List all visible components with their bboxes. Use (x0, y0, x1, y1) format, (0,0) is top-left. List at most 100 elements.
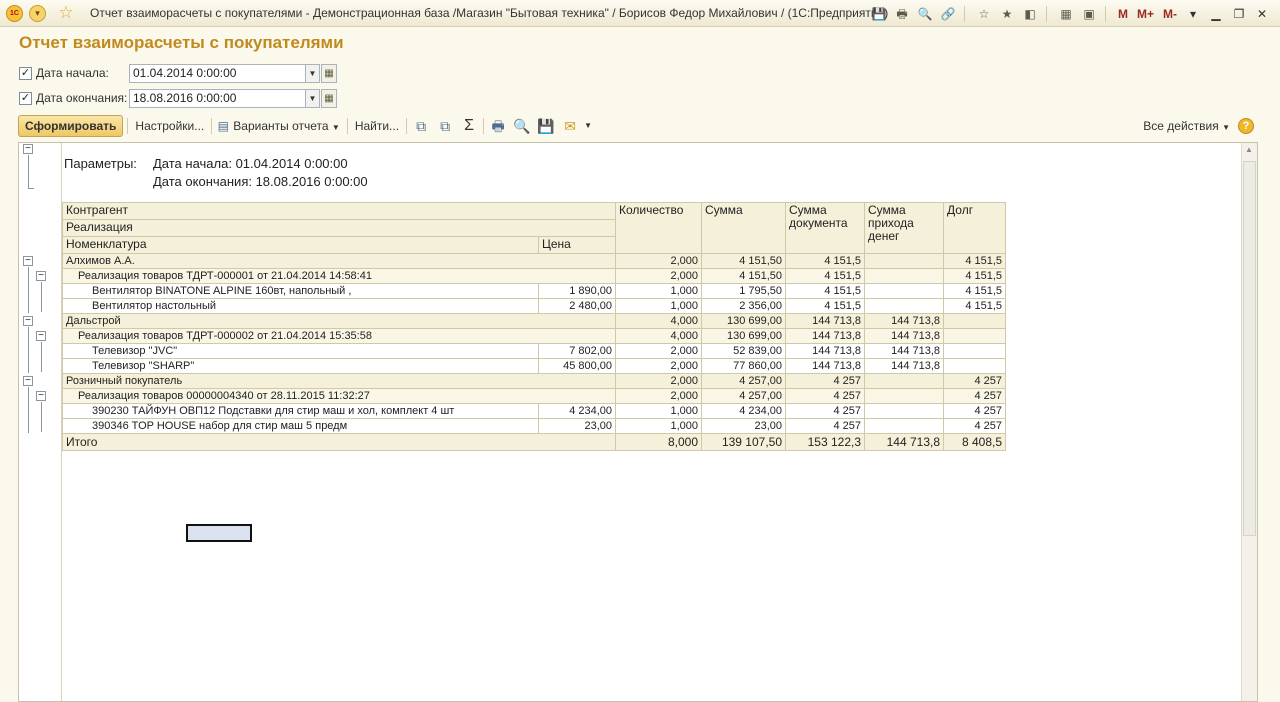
chevron-down-icon[interactable]: ▼ (583, 115, 593, 137)
titlebar-controls: 💾 🖶 🔍 🔗 ☆ ★ ◧ ▦ ▣ M M+ M- ▾ ▁ ❐ ✕ (866, 3, 1272, 24)
row-qty: 2,000 (615, 253, 703, 269)
row-doc-sum: 4 151,5 (785, 253, 866, 269)
row-doc-sum: 144 713,8 (785, 313, 866, 329)
row-debt: 4 257 (943, 403, 1007, 419)
main-menu-icon[interactable]: ▾ (29, 5, 46, 22)
total-row: Итого 8,000 139 107,50 153 122,3 144 713… (61, 433, 1007, 451)
row-debt: 4 151,5 (943, 283, 1007, 299)
row-cash-sum: 144 713,8 (864, 358, 945, 374)
settings-button[interactable]: Настройки... (130, 115, 209, 137)
table-row[interactable]: Телевизор "JVC" 7 802,00 2,000 52 839,00 144… (62, 343, 1007, 359)
generate-button[interactable]: Сформировать (18, 115, 124, 137)
row-debt: 4 257 (943, 388, 1007, 404)
header-sale: Реализация (61, 219, 617, 237)
collapse-group-icon[interactable]: − (36, 331, 46, 341)
start-date-dropdown-icon[interactable]: ▼ (306, 64, 320, 83)
start-date-label: Дата начала: (36, 66, 109, 80)
save-icon[interactable]: 💾 (869, 5, 889, 23)
memory-minus-button[interactable]: M- (1160, 5, 1180, 23)
preview-icon[interactable]: 🔍 (511, 115, 533, 137)
minimize-button[interactable]: ▁ (1206, 5, 1226, 23)
add-favorite-icon[interactable]: ☆ (974, 5, 994, 23)
favorites-list-icon[interactable]: ★ (997, 5, 1017, 23)
memory-plus-button[interactable]: M+ (1134, 5, 1157, 23)
expand-groups-icon[interactable]: ⧉ (410, 115, 432, 137)
collapse-group-icon[interactable]: − (23, 256, 33, 266)
row-qty: 4,000 (615, 328, 703, 344)
table-row[interactable]: Розничный покупатель 2,000 4 257,00 4 257 4 … (61, 373, 1007, 389)
mail-icon[interactable]: ✉ (559, 115, 581, 137)
row-debt (943, 313, 1007, 329)
chevron-down-icon[interactable]: ▾ (1183, 5, 1203, 23)
help-icon[interactable]: ? (1238, 118, 1254, 134)
all-actions-menu[interactable]: Все действия ▼ (1143, 119, 1238, 133)
print-icon[interactable]: 🖶 (892, 5, 912, 23)
end-date-checkbox[interactable]: ✓ (19, 91, 32, 105)
scroll-up-icon[interactable]: ▲ (1245, 145, 1253, 154)
row-qty: 2,000 (615, 343, 703, 359)
row-name: Телевизор "SHARP" (62, 358, 539, 374)
table-row[interactable]: 390230 ТАЙФУН ОВП12 Подставки для стир м… (62, 403, 1007, 419)
calculator-icon[interactable]: ▦ (1056, 5, 1076, 23)
row-price: 1 890,00 (537, 283, 617, 299)
row-sum: 4 257,00 (701, 373, 787, 389)
sum-icon[interactable]: Σ (458, 115, 480, 137)
total-doc-sum: 153 122,3 (785, 433, 866, 451)
param-start-date: ✓ Дата начала: (19, 63, 109, 83)
start-date-checkbox[interactable]: ✓ (19, 66, 32, 80)
collapse-groups-icon[interactable]: ⧉ (434, 115, 456, 137)
row-name: Телевизор "JVC" (62, 343, 539, 359)
favorites-star-icon[interactable]: ☆ (56, 3, 76, 23)
row-sum: 23,00 (701, 418, 787, 434)
row-qty: 1,000 (615, 298, 703, 314)
memory-button[interactable]: M (1115, 5, 1131, 23)
collapse-params-icon[interactable]: − (23, 144, 33, 154)
vertical-scrollbar[interactable]: ▲ (1241, 143, 1257, 701)
collapse-group-icon[interactable]: − (36, 271, 46, 281)
preview-icon[interactable]: 🔍 (915, 5, 935, 23)
report-variants-button[interactable]: Варианты отчета ▼ (232, 115, 345, 137)
app-logo-icon[interactable]: 1С (6, 5, 23, 22)
end-date-dropdown-icon[interactable]: ▼ (306, 89, 320, 108)
row-debt: 4 151,5 (943, 268, 1007, 284)
collapse-group-icon[interactable]: − (23, 376, 33, 386)
end-date-calendar-icon[interactable]: ▦ (321, 89, 337, 108)
row-name: Вентилятор BINATONE ALPINE 160вт, наполь… (62, 283, 539, 299)
end-date-input[interactable]: 18.08.2016 0:00:00 (129, 89, 306, 108)
collapse-group-icon[interactable]: − (23, 316, 33, 326)
table-row[interactable]: Реализация товаров 00000004340 от 28.11.… (61, 388, 1007, 404)
row-qty: 4,000 (615, 313, 703, 329)
start-date-input[interactable]: 01.04.2014 0:00:00 (129, 64, 306, 83)
find-button[interactable]: Найти... (350, 115, 404, 137)
row-name: Реализация товаров 00000004340 от 28.11.… (61, 388, 617, 404)
table-row[interactable]: Вентилятор настольный 2 480,00 1,000 2 356,… (62, 298, 1007, 314)
param-line: Дата окончания: 18.08.2016 0:00:00 (153, 174, 368, 189)
selected-cell[interactable] (186, 524, 252, 542)
link-icon[interactable]: 🔗 (938, 5, 958, 23)
start-date-calendar-icon[interactable]: ▦ (321, 64, 337, 83)
scrollbar-thumb[interactable] (1243, 161, 1256, 536)
close-button[interactable]: ✕ (1252, 5, 1272, 23)
table-row[interactable]: Реализация товаров ТДРТ-000002 от 21.04.… (61, 328, 1007, 344)
collapse-group-icon[interactable]: − (36, 391, 46, 401)
report-table: Контрагент Количество Сумма Сумма докуме… (61, 202, 1007, 451)
table-row[interactable]: Вентилятор BINATONE ALPINE 160вт, наполь… (62, 283, 1007, 299)
calendar-icon[interactable]: ▣ (1079, 5, 1099, 23)
save-icon[interactable]: 💾 (535, 115, 557, 137)
table-row[interactable]: Реализация товаров ТДРТ-000001 от 21.04.… (61, 268, 1007, 284)
row-debt: 4 151,5 (943, 298, 1007, 314)
print-icon[interactable]: 🖶 (487, 115, 509, 137)
table-row[interactable]: Телевизор "SHARP" 45 800,00 2,000 77 860,00… (62, 358, 1007, 374)
param-line: Дата начала: 01.04.2014 0:00:00 (153, 156, 348, 171)
restore-button[interactable]: ❐ (1229, 5, 1249, 23)
table-row[interactable]: Дальстрой 4,000 130 699,00 144 713,8 144 713… (61, 313, 1007, 329)
table-row[interactable]: 390346 TOP HOUSE набор для стир маш 5 пр… (62, 418, 1007, 434)
history-icon[interactable]: ◧ (1020, 5, 1040, 23)
window-titlebar: 1С ▾ ☆ Отчет взаиморасчеты с покупателям… (0, 0, 1280, 27)
row-sum: 2 356,00 (701, 298, 787, 314)
row-doc-sum: 4 151,5 (785, 298, 866, 314)
row-cash-sum (864, 283, 945, 299)
row-sum: 77 860,00 (701, 358, 787, 374)
table-row[interactable]: Алхимов А.А. 2,000 4 151,50 4 151,5 4 151,5 (61, 253, 1007, 269)
header-nomenclature: Номенклатура (62, 236, 539, 254)
